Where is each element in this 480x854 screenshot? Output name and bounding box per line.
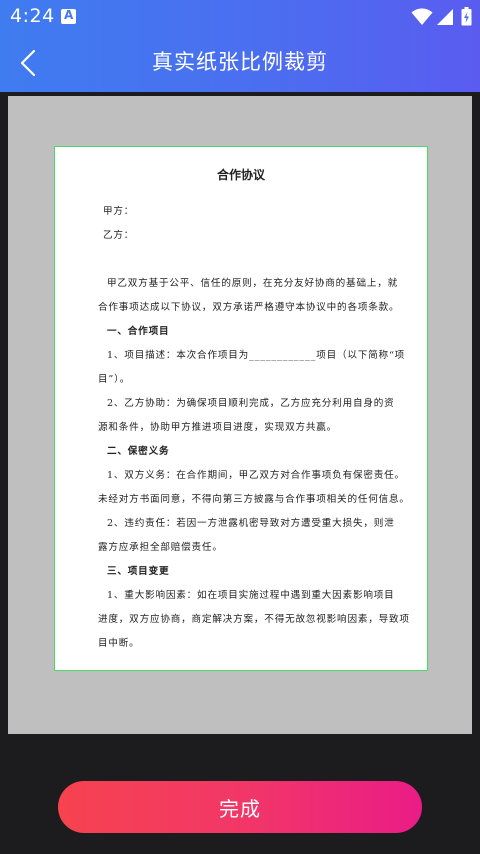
document-line: 2、乙方协助：为确保项目顺利完成，乙方应充分利用自身的资 xyxy=(107,398,395,409)
document-line: 进度，双方应协商，商定解决方案，不得无故忽视影响因素，导致项 xyxy=(98,614,410,625)
document-line: 未经对方书面同意，不得向第三方披露与合作事项相关的任何信息。 xyxy=(98,494,410,505)
battery-icon xyxy=(461,7,472,26)
done-button[interactable]: 完成 xyxy=(58,781,422,833)
crop-canvas: 合作协议 甲方： 乙方： 甲乙双方基于公平、信任的原则，在充分友好协商的基础上，… xyxy=(8,96,472,734)
document-line: 源和条件，协助甲方推进项目进度，实现双方共赢。 xyxy=(98,422,338,433)
document-line: 目中断。 xyxy=(98,638,140,649)
document-line: 合作事项达成以下协议，双方承诺严格遵守本协议中的各项条款。 xyxy=(98,302,400,313)
header-bar: 4:24 真实纸张比例裁剪 xyxy=(0,0,480,92)
nav-bar: 真实纸张比例裁剪 xyxy=(0,34,480,92)
section-heading: 三、项目变更 xyxy=(107,566,170,577)
status-time: 4:24 xyxy=(10,5,55,27)
document-line: 1、项目描述：本次合作项目为____________项目（以下简称“项 xyxy=(107,350,406,361)
document-line: 乙方： xyxy=(103,230,135,241)
section-heading: 二、保密义务 xyxy=(107,446,170,457)
document-title: 合作协议 xyxy=(216,168,265,182)
bottom-bar: 完成 xyxy=(0,734,480,854)
document-line: 露方应承担全部赔偿责任。 xyxy=(98,542,223,553)
document-line: 2、违约责任：若因一方泄露机密导致对方遭受重大损失，则泄 xyxy=(107,518,395,529)
wifi-icon xyxy=(411,8,433,25)
document-line: 甲乙双方基于公平、信任的原则，在充分友好协商的基础上，就 xyxy=(107,278,399,289)
notification-icon xyxy=(61,8,76,24)
status-bar: 4:24 xyxy=(0,0,480,34)
document-line: 1、双方义务：在合作期间，甲乙双方对合作事项负有保密责任。 xyxy=(107,470,405,481)
document-line: 目”）。 xyxy=(98,374,131,385)
document-line: 甲方： xyxy=(103,206,135,217)
page-title: 真实纸张比例裁剪 xyxy=(152,50,328,74)
signal-icon xyxy=(437,9,453,25)
section-heading: 一、合作项目 xyxy=(107,326,170,337)
crop-frame[interactable]: 合作协议 甲方： 乙方： 甲乙双方基于公平、信任的原则，在充分友好协商的基础上，… xyxy=(54,146,428,671)
document-line: 1、重大影响因素：如在项目实施过程中遇到重大因素影响项目 xyxy=(107,590,395,601)
